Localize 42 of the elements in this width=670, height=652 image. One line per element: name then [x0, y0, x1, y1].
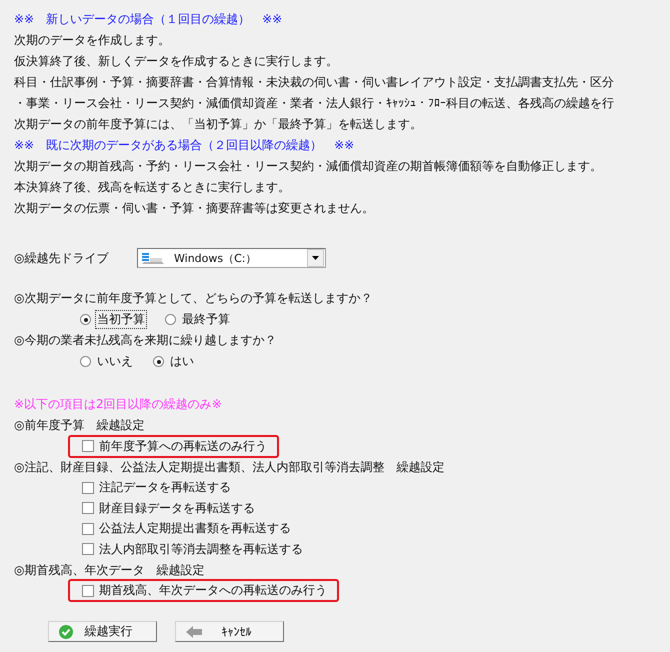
section-label: ◎前年度予算 繰越設定: [14, 417, 146, 434]
drive-icon: [142, 252, 164, 264]
checkbox-option[interactable]: 財産目録データを再転送する: [68, 496, 267, 520]
section-label: ◎注記、財産目録、公益法人定期提出書類、法人内部取引等消去調整 繰越設定: [14, 458, 446, 476]
section-heading: ※※ 新しいデータの場合（１回目の繰越） ※※: [14, 11, 284, 28]
checkbox[interactable]: [82, 482, 94, 494]
section-heading: ※※ 既に次期のデータがある場合（２回目以降の繰越） ※※: [14, 137, 356, 154]
checkbox[interactable]: [82, 522, 94, 535]
question-label: ◎次期データに前年度予算として、どちらの予算を転送しますか？: [14, 290, 374, 307]
description-text: 仮決算終了後、新しくデータを作成するときに実行します。: [14, 53, 339, 70]
note-text: ※以下の項目は2回目以降の繰越のみ※: [14, 396, 223, 413]
checkbox-option[interactable]: 前年度予算への再転送のみ行う: [68, 434, 279, 458]
checkbox-option[interactable]: 法人内部取引等消去調整を再転送する: [68, 538, 315, 561]
cancel-button[interactable]: ｷｬﾝｾﾙ: [175, 621, 284, 642]
radio-button[interactable]: [165, 314, 176, 325]
drive-dropdown[interactable]: Windows（C:）: [137, 248, 326, 268]
radio-button[interactable]: [80, 356, 91, 367]
radio-option[interactable]: 最終予算: [165, 310, 232, 329]
checkbox[interactable]: [82, 440, 94, 452]
radio-button[interactable]: [80, 314, 91, 325]
checkbox-option[interactable]: 期首残高、年次データへの再転送のみ行う: [68, 579, 339, 602]
drive-label: ◎繰越先ドライブ: [14, 250, 110, 266]
left-arrow-icon: [186, 626, 202, 638]
checkbox-option[interactable]: 注記データを再転送する: [68, 476, 243, 500]
description-text: 次期データの伝票・伺い書・予算・摘要辞書等は変更されません。: [14, 200, 375, 217]
question-label: ◎今期の業者未払残高を来期に繰り越しますか？: [14, 332, 278, 349]
description-text: 本決算終了後、残高を転送するときに実行します。: [14, 179, 291, 196]
description-text: 次期データの前年度予算には、「当初予算」か「最終予算」を転送します。: [14, 116, 423, 133]
description-text: 次期のデータを作成します。: [14, 32, 171, 49]
checkbox[interactable]: [82, 502, 94, 514]
checkbox[interactable]: [82, 543, 94, 556]
radio-option[interactable]: はい: [153, 352, 196, 371]
description-text: 科目・仕訳事例・予算・摘要辞書・合算情報・未決裁の伺い書・伺い書レイアウト設定・支払調書支払先・区分: [14, 74, 615, 91]
section-label: ◎期首残高、年次データ 繰越設定: [14, 562, 206, 578]
radio-button[interactable]: [153, 356, 164, 367]
checkbox-option[interactable]: 公益法人定期提出書類を再転送する: [68, 517, 303, 540]
checkbox[interactable]: [82, 584, 94, 597]
description-text: 次期データの期首残高・予約・リース会社・リース契約・減価償却資産の期首帳簿価額等を自動修正します。: [14, 158, 603, 175]
description-text: ・事業・リース会社・リース契約・減価償却資産・業者・法人銀行・ｷｬｯｼｭ・ﾌﾛｰ科目の転送、各残高の繰越を行: [14, 95, 615, 112]
execute-button[interactable]: 繰越実行: [48, 621, 157, 642]
radio-option[interactable]: いいえ: [80, 352, 135, 371]
check-icon: [59, 624, 73, 638]
